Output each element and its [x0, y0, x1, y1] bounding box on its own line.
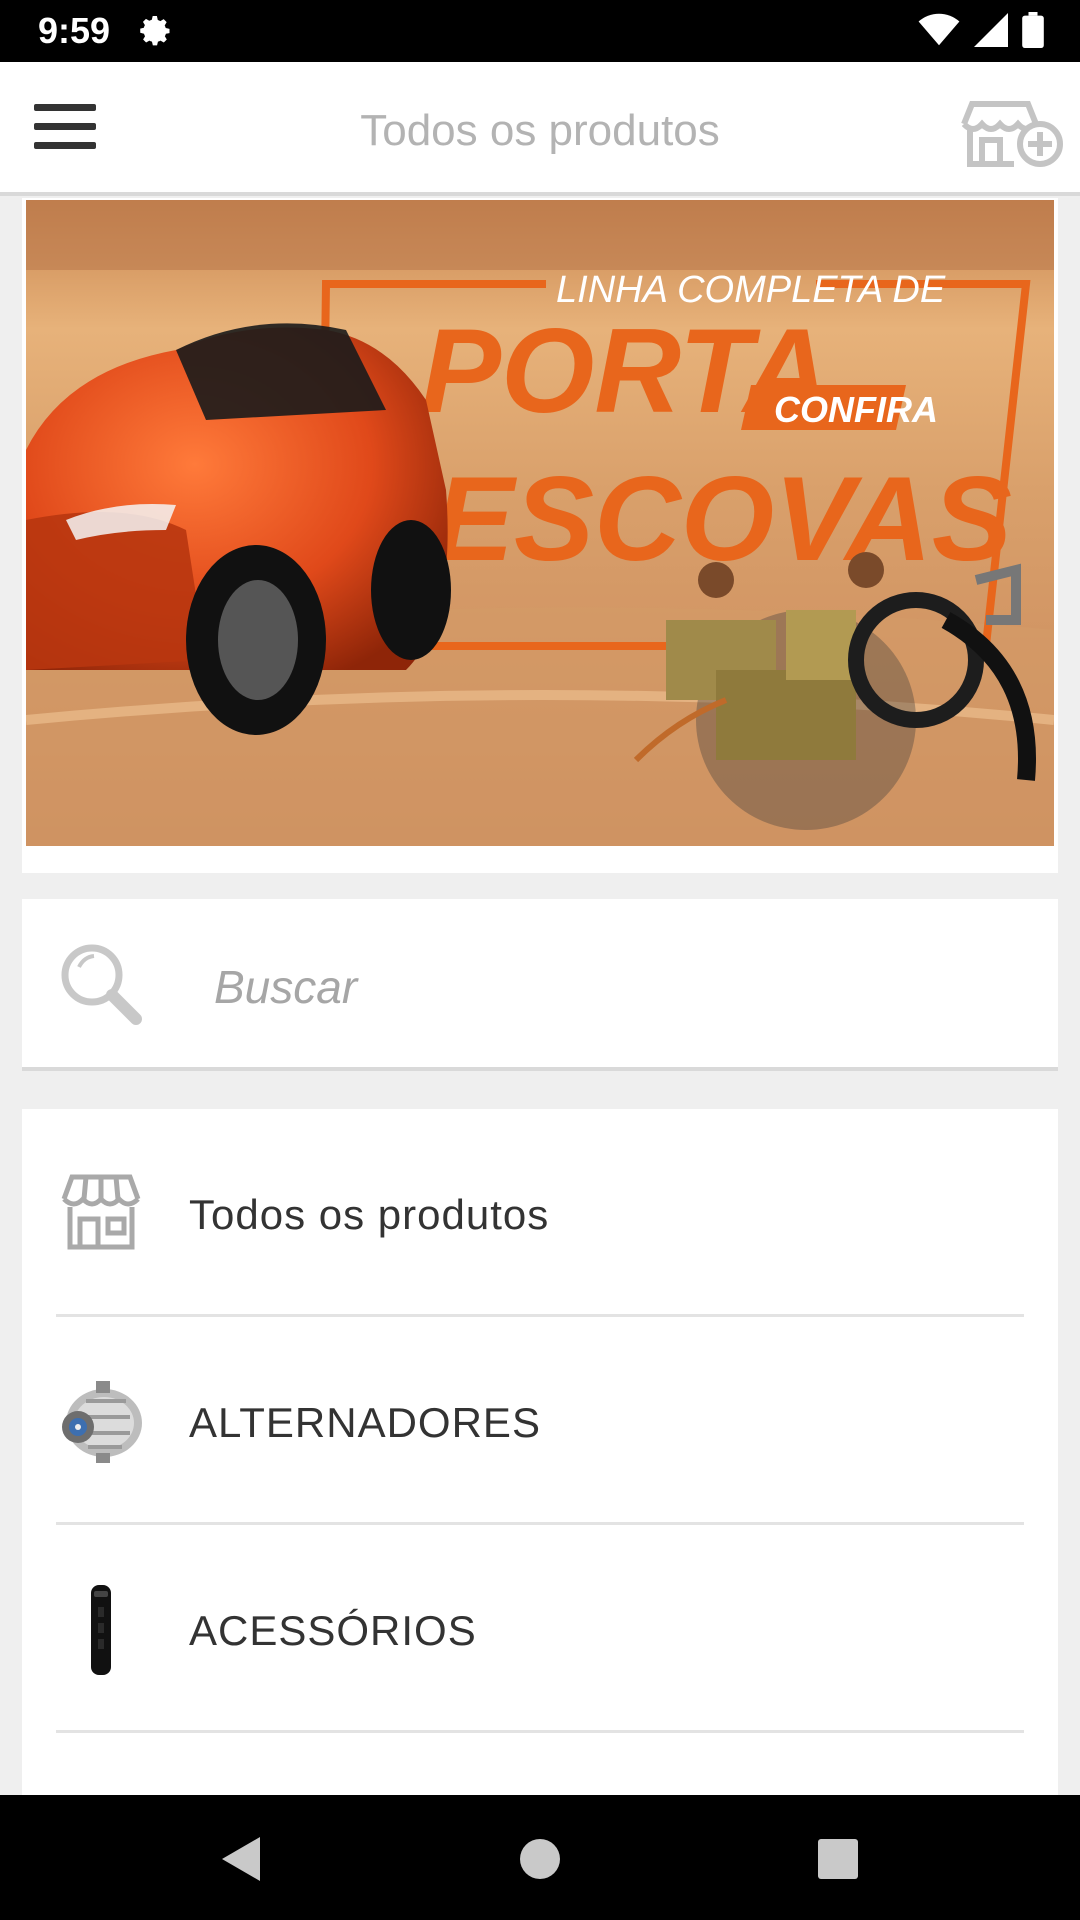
category-item-todos[interactable]: Todos os produtos [22, 1109, 1058, 1317]
promo-banner[interactable]: LINHA COMPLETA DE PORTA ESCOVAS CONFIRA [26, 200, 1054, 846]
search-icon [61, 944, 142, 1025]
category-label: ACESSÓRIOS [189, 1607, 477, 1654]
remote-control-icon [91, 1585, 111, 1675]
wifi-icon [918, 13, 960, 46]
search-input[interactable] [212, 951, 976, 1023]
app-bar: Todos os produtos [0, 62, 1080, 196]
status-time: 9:59 [38, 10, 111, 51]
system-nav-bar [0, 1795, 1080, 1920]
status-bar: 9:59 [0, 0, 1080, 62]
search-bar [22, 899, 1058, 1071]
page-title: Todos os produtos [360, 106, 720, 155]
home-icon[interactable] [512, 1831, 568, 1887]
alternator-icon [62, 1381, 142, 1463]
category-item-acessorios[interactable]: ACESSÓRIOS [22, 1525, 1058, 1733]
store-icon [61, 1174, 141, 1250]
category-list: Todos os produtos ALTERNADORES ACESSÓRIO… [22, 1109, 1058, 1795]
banner-cta: CONFIRA [774, 389, 938, 430]
category-item-alternadores[interactable]: ALTERNADORES [22, 1317, 1058, 1525]
category-label: ALTERNADORES [189, 1399, 541, 1446]
category-label: Todos os produtos [189, 1191, 550, 1238]
recents-icon[interactable] [810, 1831, 866, 1887]
gear-icon [140, 16, 170, 46]
banner-card: LINHA COMPLETA DE PORTA ESCOVAS CONFIRA [22, 198, 1058, 873]
divider [56, 1730, 1024, 1733]
back-icon[interactable] [212, 1831, 268, 1887]
store-add-icon[interactable] [956, 98, 1064, 170]
signal-icon [974, 13, 1008, 47]
battery-icon [1022, 12, 1044, 48]
